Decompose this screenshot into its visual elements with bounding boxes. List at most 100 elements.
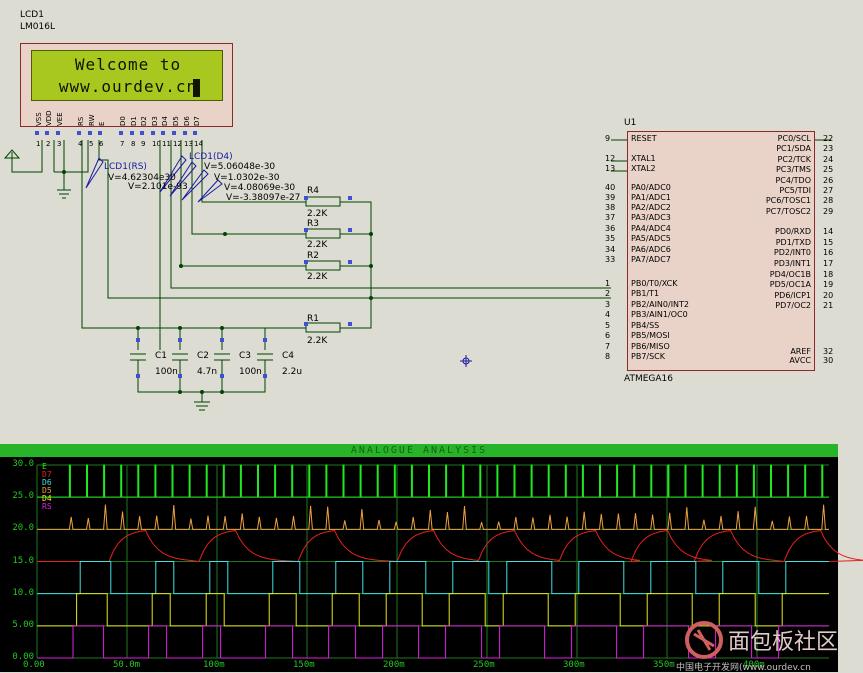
resistor-r2-value: 2.2K bbox=[307, 272, 327, 282]
probe-rs-value-b: V=2.101e-93 bbox=[128, 182, 188, 192]
capacitor-c2-value: 4.7n bbox=[197, 367, 217, 377]
mcu-pin-number: 34 bbox=[605, 245, 615, 254]
mcu-pin-number: 37 bbox=[605, 213, 615, 222]
footer-text: 中国电子开发网(www.ourdev.cn bbox=[676, 660, 811, 673]
mcu-pin-pa6-adc6: PA6/ADC6 bbox=[631, 245, 671, 254]
resistor-r1-ref: R1 bbox=[307, 314, 319, 324]
mcu-pin-number: 16 bbox=[823, 248, 833, 257]
mcu-pin-pb4-ss: PB4/SS bbox=[631, 321, 659, 330]
mcu-pin-pc7-tosc2: PC7/TOSC2 bbox=[766, 207, 811, 216]
y-tick-label: 20.0 bbox=[0, 523, 34, 533]
mcu-pin-number: 21 bbox=[823, 301, 833, 310]
mcu-pin-xtal2: XTAL2 bbox=[631, 164, 656, 173]
mcu-pin-pc4-tdo: PC4/TDO bbox=[775, 176, 811, 185]
resistor-r3-ref: R3 bbox=[307, 219, 319, 229]
y-tick-label: 15.0 bbox=[0, 556, 34, 566]
y-tick-label: 25.0 bbox=[0, 491, 34, 501]
mcu-pin-number: 40 bbox=[605, 183, 615, 192]
x-tick-label: 300m bbox=[563, 660, 585, 670]
y-tick-label: 10.0 bbox=[0, 588, 34, 598]
mcu-pin-pc6-tosc1: PC6/TOSC1 bbox=[766, 196, 811, 205]
watermark-text: 面包板社区 bbox=[728, 624, 838, 656]
probe-d4-value-a: V=5.06048e-30 bbox=[204, 162, 275, 172]
mcu-model: ATMEGA16 bbox=[624, 374, 673, 384]
mcu-pin-pa2-adc2: PA2/ADC2 bbox=[631, 203, 671, 212]
mcu-pin-number: 9 bbox=[605, 134, 610, 143]
y-tick-label: 5.00 bbox=[0, 620, 34, 630]
mcu-pin-pb6-miso: PB6/MISO bbox=[631, 342, 670, 351]
trace-d5-line bbox=[37, 505, 829, 530]
trace-d6-line bbox=[37, 562, 829, 594]
mcu-pin-pd3-int1: PD3/INT1 bbox=[774, 259, 811, 268]
resistor-r1-value: 2.2K bbox=[307, 336, 327, 346]
mcu-pin-number: 6 bbox=[605, 331, 610, 340]
mcu-pin-number: 33 bbox=[605, 255, 615, 264]
x-tick-label: 350m bbox=[653, 660, 675, 670]
probe-d4-label[interactable]: LCD1(D4) bbox=[189, 152, 233, 162]
mcu-pin-number: 23 bbox=[823, 144, 833, 153]
probe-rs-label[interactable]: LCD1(RS) bbox=[104, 162, 147, 172]
x-tick-label: 100m bbox=[203, 660, 225, 670]
mcu-pin-pb1-t1: PB1/T1 bbox=[631, 289, 659, 298]
resistor-r4-value: 2.2K bbox=[307, 209, 327, 219]
mcu-pin-pd5-oc1a: PD5/OC1A bbox=[770, 280, 811, 289]
x-tick-label: 50.0m bbox=[113, 660, 140, 670]
mcu-pin-number: 38 bbox=[605, 203, 615, 212]
mcu-pin-pb7-sck: PB7/SCK bbox=[631, 352, 665, 361]
capacitor-c2-ref: C2 bbox=[197, 351, 209, 361]
watermark-logo-icon bbox=[684, 620, 724, 660]
mcu-pin-number: 26 bbox=[823, 176, 833, 185]
mcu-pin-number: 14 bbox=[823, 227, 833, 236]
mcu-pin-xtal1: XTAL1 bbox=[631, 154, 656, 163]
mcu-pin-number: 32 bbox=[823, 347, 833, 356]
mcu-pin-pb0-t0-xck: PB0/T0/XCK bbox=[631, 279, 678, 288]
capacitor-c1-value: 100n bbox=[155, 367, 178, 377]
mcu-pin-aref: AREF bbox=[790, 347, 811, 356]
mcu-pin-number: 29 bbox=[823, 207, 833, 216]
mcu-pin-number: 17 bbox=[823, 259, 833, 268]
mcu-pin-pb3-ain1-oc0: PB3/AIN1/OC0 bbox=[631, 310, 688, 319]
mcu-pin-number: 2 bbox=[605, 289, 610, 298]
resistor-r3-value: 2.2K bbox=[307, 240, 327, 250]
capacitor-c3-ref: C3 bbox=[239, 351, 251, 361]
mcu-pin-pd6-icp1: PD6/ICP1 bbox=[774, 291, 811, 300]
resistor-r2-ref: R2 bbox=[307, 251, 319, 261]
x-tick-label: 200m bbox=[383, 660, 405, 670]
mcu-pin-number: 8 bbox=[605, 352, 610, 361]
mcu-pin-number: 27 bbox=[823, 186, 833, 195]
mcu-pin-pc1-sda: PC1/SDA bbox=[776, 144, 811, 153]
mcu-pin-pd4-oc1b: PD4/OC1B bbox=[770, 270, 811, 279]
mcu-pin-number: 35 bbox=[605, 234, 615, 243]
probe-d4-value-c: V=4.08069e-30 bbox=[224, 183, 295, 193]
mcu-pin-number: 7 bbox=[605, 342, 610, 351]
mcu-pin-number: 4 bbox=[605, 310, 610, 319]
mcu-pin-avcc: AVCC bbox=[789, 356, 811, 365]
trace-e-line bbox=[37, 465, 829, 497]
schematic-canvas[interactable]: LCD1 LM016L Welcome to www.ourdev.cn VSS… bbox=[0, 0, 863, 440]
x-tick-label: 150m bbox=[293, 660, 315, 670]
mcu-pin-number: 25 bbox=[823, 165, 833, 174]
probe-d4-value-b: V=1.0302e-30 bbox=[214, 173, 279, 183]
mcu-pin-pb2-ain0-int2: PB2/AIN0/INT2 bbox=[631, 300, 689, 309]
mcu-pin-number: 13 bbox=[605, 164, 615, 173]
x-tick-label: 0.00 bbox=[23, 660, 45, 670]
mcu-pin-pa1-adc1: PA1/ADC1 bbox=[631, 193, 671, 202]
mcu-pin-pc0-scl: PC0/SCL bbox=[778, 134, 811, 143]
mcu-pin-number: 15 bbox=[823, 238, 833, 247]
mcu-pin-pd0-rxd: PD0/RXD bbox=[775, 227, 811, 236]
y-tick-label: 30.0 bbox=[0, 459, 34, 469]
mcu-pin-pa0-adc0: PA0/ADC0 bbox=[631, 183, 671, 192]
trace-label-rs: RS bbox=[42, 503, 52, 511]
mcu-pin-pa3-adc3: PA3/ADC3 bbox=[631, 213, 671, 222]
mcu-pin-number: 24 bbox=[823, 155, 833, 164]
mcu-pin-number: 20 bbox=[823, 291, 833, 300]
resistor-r4-ref: R4 bbox=[307, 186, 319, 196]
capacitor-c4-ref: C4 bbox=[282, 351, 294, 361]
mcu-pin-pd7-oc2: PD7/OC2 bbox=[775, 301, 811, 310]
mcu-pin-pd2-int0: PD2/INT0 bbox=[774, 248, 811, 257]
capacitor-c1-ref: C1 bbox=[155, 351, 167, 361]
mcu-pin-pa4-adc4: PA4/ADC4 bbox=[631, 224, 671, 233]
mcu-pin-number: 30 bbox=[823, 356, 833, 365]
mcu-pin-reset: RESET bbox=[631, 134, 657, 143]
mcu-pin-pd1-txd: PD1/TXD bbox=[776, 238, 811, 247]
